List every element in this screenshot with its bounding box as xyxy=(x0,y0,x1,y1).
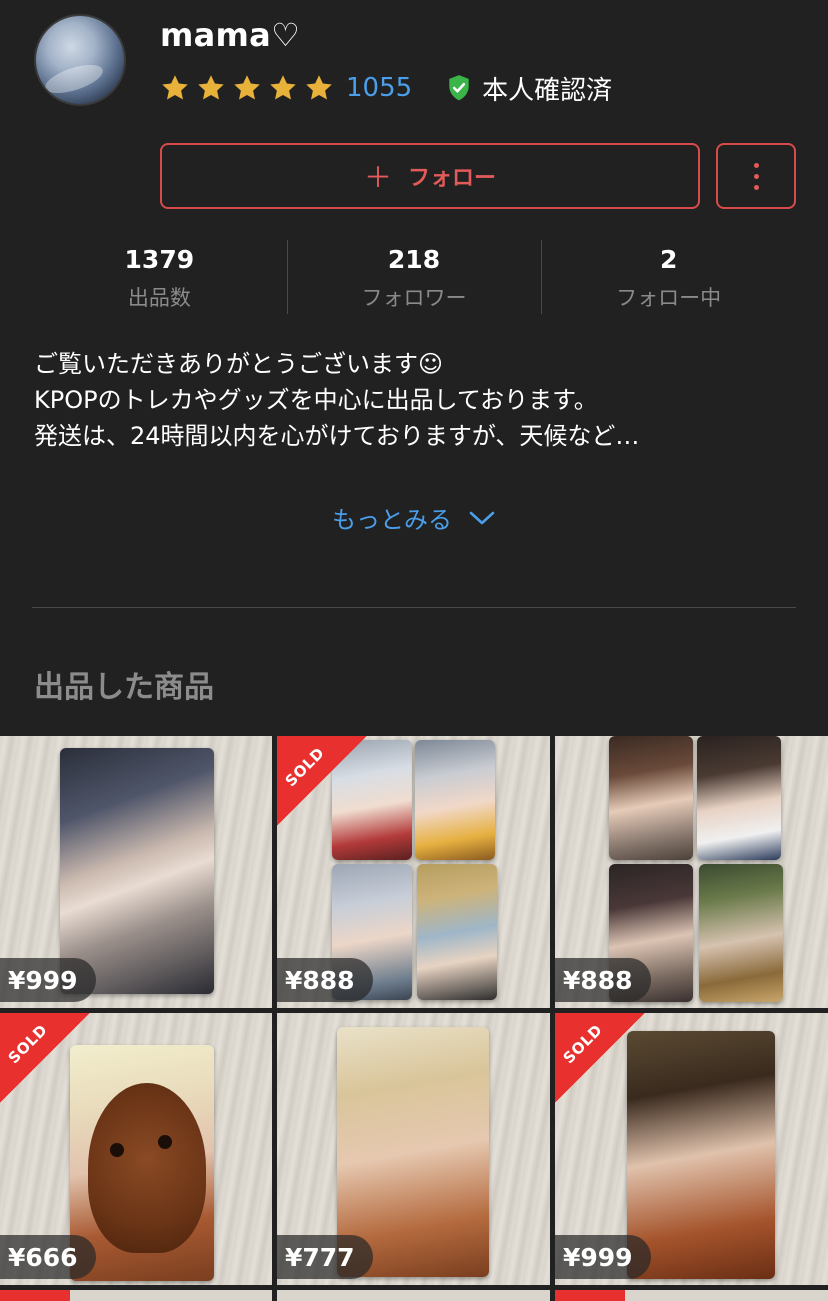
item-photo xyxy=(609,736,693,860)
bio-line: KPOPのトレカやグッズを中心に出品しております。 xyxy=(34,386,598,414)
rating-row[interactable]: 1055 本人確認済 xyxy=(160,68,612,108)
bio-line: 発送は、24時間以内を心がけておりますが、天候など… xyxy=(34,422,640,450)
more-options-button[interactable] xyxy=(716,143,796,209)
stat-label: フォロワー xyxy=(361,285,467,310)
item-photo xyxy=(697,736,781,860)
stat-following[interactable]: 2 フォロー中 xyxy=(541,240,796,316)
item-tile[interactable] xyxy=(277,1290,550,1301)
stat-followers[interactable]: 218 フォロワー xyxy=(286,240,542,316)
item-photo xyxy=(627,1031,775,1279)
section-title: 出品した商品 xyxy=(34,670,214,705)
item-photo xyxy=(417,864,497,1000)
username: mama♡ xyxy=(160,16,301,54)
rating-stars xyxy=(160,73,334,103)
item-price: ¥888 xyxy=(277,958,373,1002)
sold-badge: SOLD xyxy=(0,1013,90,1103)
follow-button[interactable]: ＋ フォロー xyxy=(160,143,700,209)
item-price: ¥999 xyxy=(555,1235,651,1279)
item-price: ¥999 xyxy=(0,958,96,1002)
shield-check-icon xyxy=(449,75,469,101)
bear-plush xyxy=(88,1083,206,1253)
item-price: ¥777 xyxy=(277,1235,373,1279)
profile-stats: 1379 出品数 218 フォロワー 2 フォロー中 xyxy=(32,240,796,316)
sold-badge: SOLD xyxy=(277,736,367,826)
chevron-down-icon xyxy=(469,511,495,524)
show-more-label: もっとみる xyxy=(332,506,452,534)
star-icon xyxy=(270,75,296,100)
item-photo xyxy=(60,748,214,994)
item-tile[interactable]: ¥999 xyxy=(0,736,272,1008)
item-price: ¥888 xyxy=(555,958,651,1002)
item-tile[interactable]: SOLD ¥999 xyxy=(555,1013,828,1285)
show-more-link[interactable]: もっとみる xyxy=(0,500,828,535)
stat-label: 出品数 xyxy=(127,285,191,310)
kebab-menu-icon xyxy=(753,162,759,190)
rating-count[interactable]: 1055 xyxy=(346,73,412,103)
item-photo xyxy=(415,740,495,860)
star-icon xyxy=(234,75,260,100)
item-tile[interactable]: ¥888 xyxy=(555,736,828,1008)
stat-value: 2 xyxy=(659,244,678,274)
item-tile[interactable] xyxy=(555,1290,828,1301)
stat-label: フォロー中 xyxy=(616,285,722,310)
item-price: ¥666 xyxy=(0,1235,96,1279)
star-icon xyxy=(198,75,224,100)
item-tile[interactable] xyxy=(0,1290,272,1301)
avatar xyxy=(34,14,126,106)
follow-button-label: フォロー xyxy=(408,166,497,191)
item-photo xyxy=(699,864,783,1002)
stat-listings[interactable]: 1379 出品数 xyxy=(32,240,287,316)
item-tile[interactable]: SOLD ¥666 xyxy=(0,1013,272,1285)
divider xyxy=(32,607,796,608)
star-icon xyxy=(162,75,188,100)
profile-bio: ご覧いただきありがとうございます☺︎ KPOPのトレカやグッズを中心に出品してお… xyxy=(34,346,804,454)
stat-value: 218 xyxy=(387,244,441,274)
plus-icon: ＋ xyxy=(363,161,392,194)
item-tile[interactable]: SOLD ¥888 xyxy=(277,736,550,1008)
verified-label: 本人確認済 xyxy=(482,75,613,106)
stat-value: 1379 xyxy=(124,244,195,274)
bio-line: ご覧いただきありがとうございます☺︎ xyxy=(34,350,444,378)
star-icon xyxy=(306,75,332,100)
sold-badge: SOLD xyxy=(555,1013,645,1103)
item-tile[interactable]: ¥777 xyxy=(277,1013,550,1285)
verified-badge: 本人確認済 xyxy=(446,70,612,107)
item-grid-next-row xyxy=(0,1290,828,1301)
item-grid: ¥999 SOLD ¥888 ¥888 SOLD ¥666 ¥777 SOLD … xyxy=(0,736,828,1285)
